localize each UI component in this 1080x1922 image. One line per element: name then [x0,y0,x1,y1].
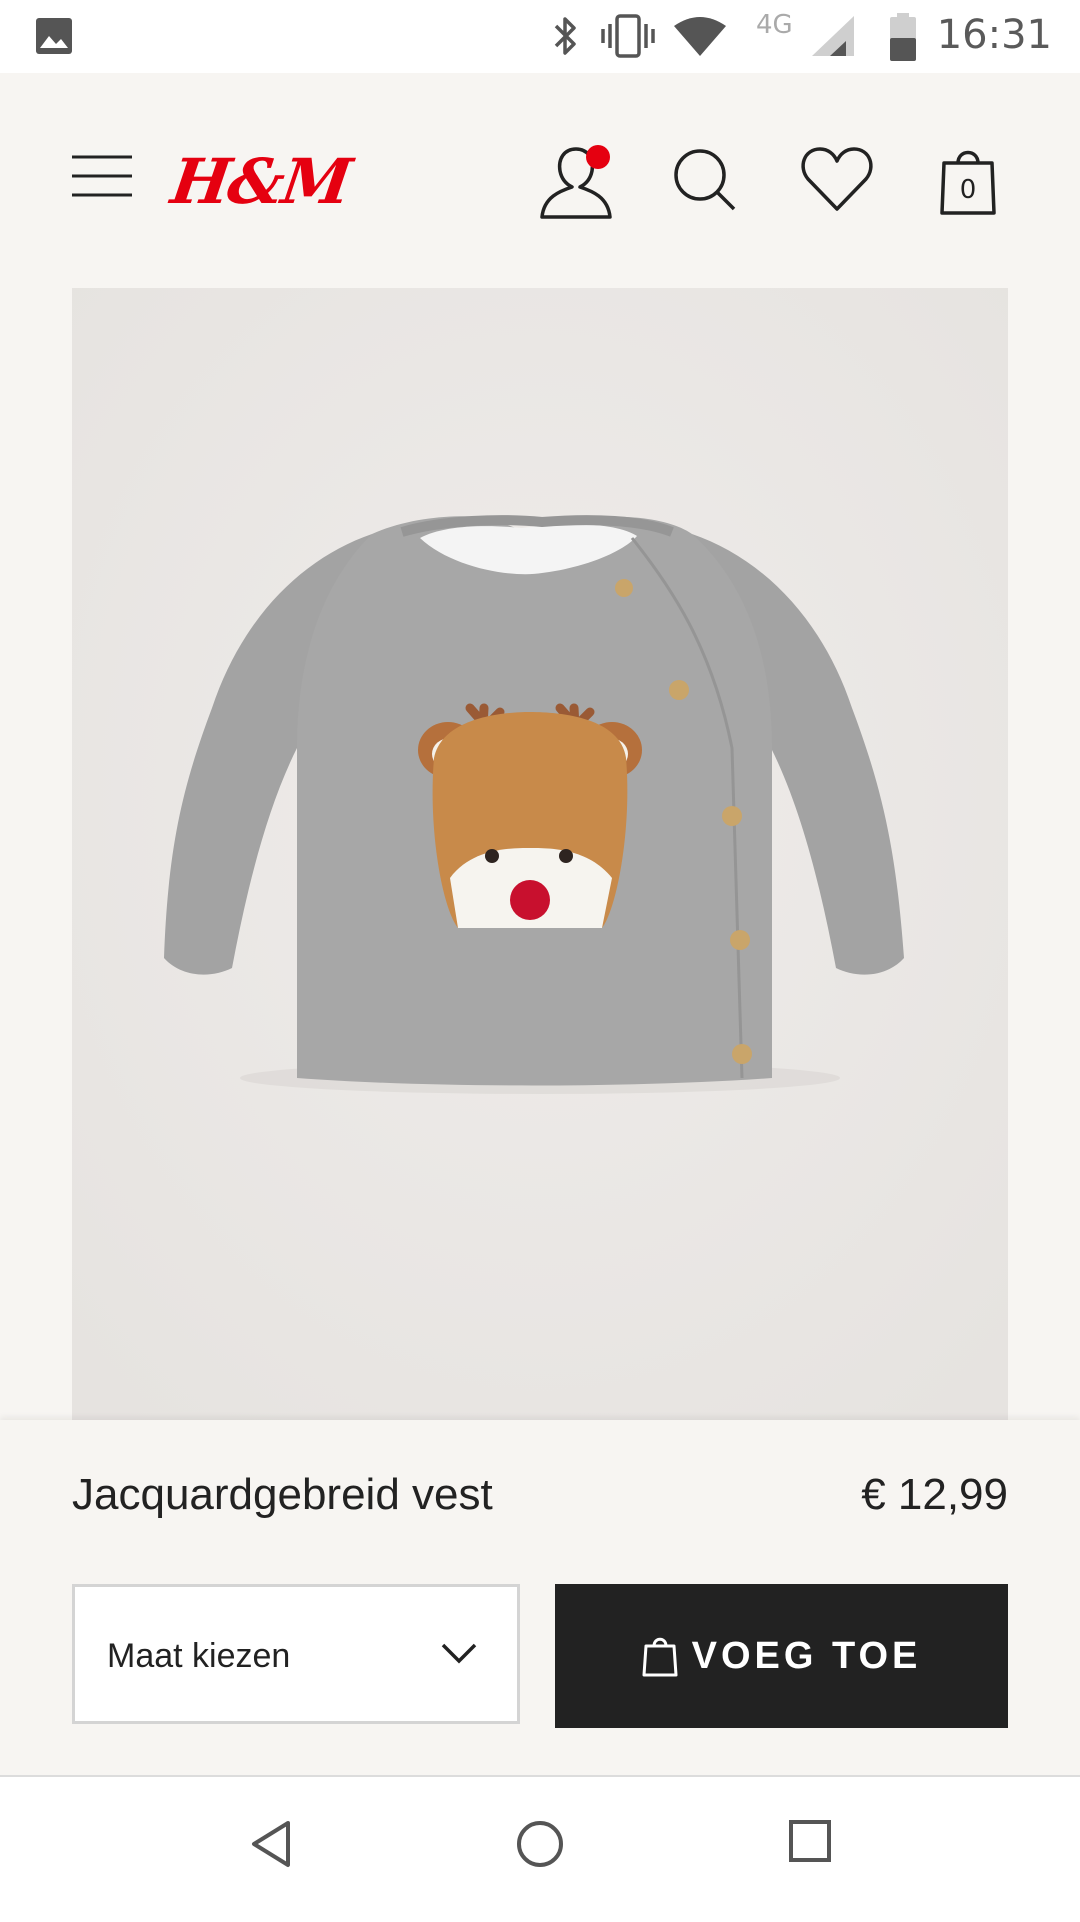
menu-icon[interactable] [70,153,134,199]
brand-logo[interactable]: H&M [167,145,354,218]
account-icon [540,145,612,219]
app-header: H&M 0 [0,73,1080,283]
status-bar: 4G 16:31 [0,0,1080,73]
add-to-bag-label: VOEG TOE [691,1634,922,1677]
battery-icon [890,13,916,61]
system-nav-bar [0,1775,1080,1922]
wifi-icon [674,17,726,56]
shopping-bag-icon [642,1637,678,1677]
network-type: 4G [756,10,793,40]
product-name: Jacquardgebreid vest [72,1470,493,1519]
account-button[interactable] [536,143,616,221]
recents-icon[interactable] [788,1819,832,1863]
size-select[interactable]: Maat kiezen [72,1584,520,1724]
sweater-illustration [72,288,1008,1420]
search-icon[interactable] [672,147,738,213]
cart-button[interactable]: 0 [938,143,998,219]
product-price: € 12,99 [861,1470,1008,1519]
size-select-label: Maat kiezen [107,1637,291,1675]
home-icon[interactable] [515,1819,565,1869]
back-icon[interactable] [248,1819,294,1869]
add-to-bag-button[interactable]: VOEG TOE [555,1584,1008,1728]
heart-icon[interactable] [800,145,874,213]
gallery-icon [36,18,72,54]
product-image[interactable] [72,288,1008,1420]
cart-count: 0 [959,175,977,205]
bluetooth-icon [554,17,576,55]
cell-signal-icon [812,16,854,56]
chevron-down-icon [441,1643,477,1664]
buy-panel: Jacquardgebreid vest € 12,99 Maat kiezen… [0,1420,1080,1775]
clock: 16:31 [936,12,1052,58]
vibrate-icon [601,14,655,58]
